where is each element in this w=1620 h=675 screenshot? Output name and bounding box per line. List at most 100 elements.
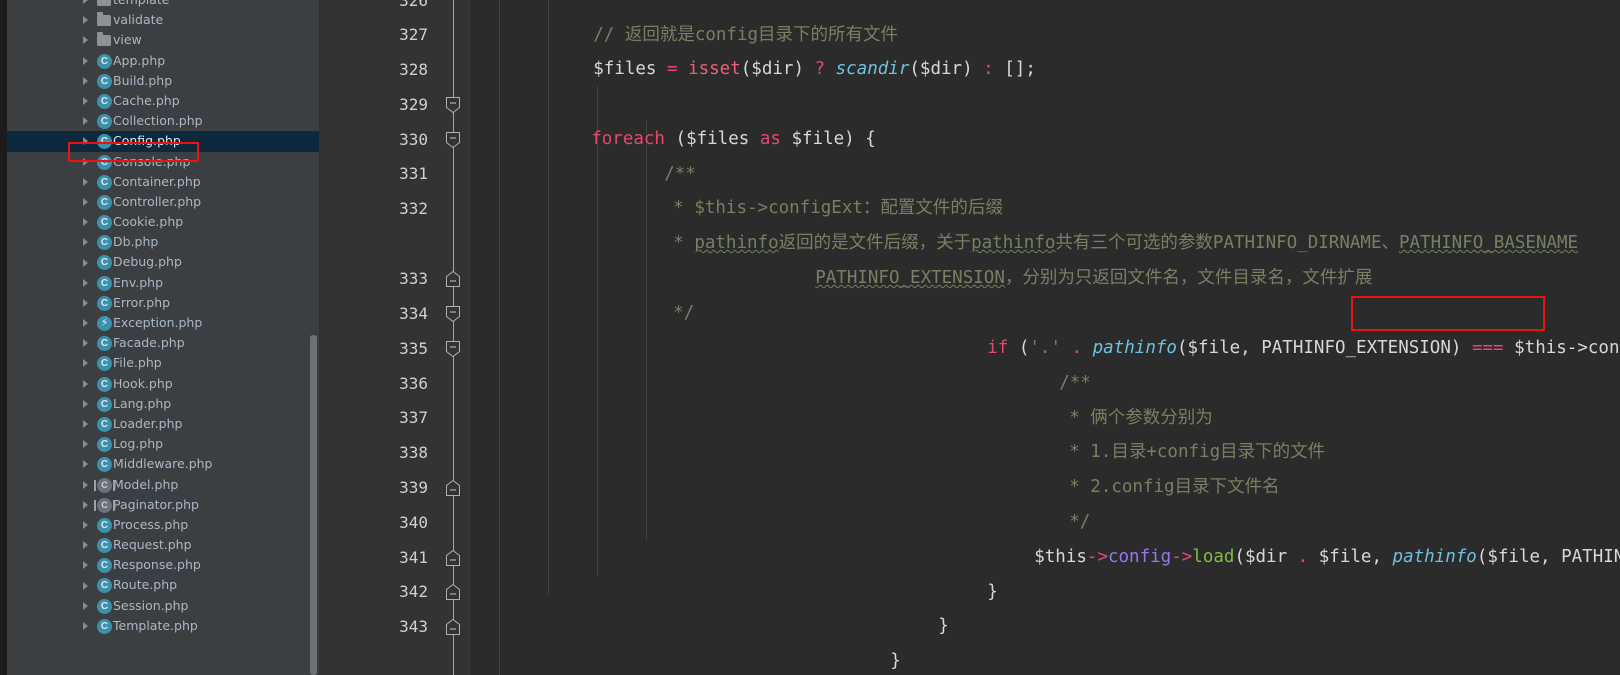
tree-item-cookie-php[interactable]: C Cookie.php bbox=[7, 212, 320, 232]
expand-arrow-icon[interactable] bbox=[83, 117, 88, 126]
tree-item-error-php[interactable]: C Error.php bbox=[7, 293, 320, 313]
tree-item-controller-php[interactable]: C Controller.php bbox=[7, 192, 320, 212]
expand-arrow-icon[interactable] bbox=[83, 520, 88, 529]
tree-item-debug-php[interactable]: C Debug.php bbox=[7, 252, 320, 272]
tree-item-lang-php[interactable]: C Lang.php bbox=[7, 394, 320, 414]
project-file-tree[interactable]: templatevalidateviewCApp.phpCBuild.phpCC… bbox=[7, 0, 320, 675]
expand-arrow-icon[interactable] bbox=[83, 137, 88, 146]
php-abstract-class-icon: C bbox=[94, 477, 115, 493]
expand-arrow-icon[interactable] bbox=[83, 581, 88, 590]
expand-arrow-icon[interactable] bbox=[83, 339, 88, 348]
expand-arrow-icon[interactable] bbox=[83, 36, 88, 45]
fold-marker-collapse-end[interactable] bbox=[446, 619, 460, 635]
tree-item-view[interactable]: view bbox=[7, 30, 320, 50]
fold-marker-collapse-end[interactable] bbox=[446, 271, 460, 287]
code-line-340[interactable]: $this->config->load($dir . $file, pathin… bbox=[971, 505, 1620, 610]
expand-arrow-icon[interactable] bbox=[83, 420, 88, 429]
expand-arrow-icon[interactable] bbox=[83, 460, 88, 469]
tree-item-session-php[interactable]: C Session.php bbox=[7, 596, 320, 616]
folder-icon bbox=[97, 32, 112, 48]
tree-item-cache-php[interactable]: C Cache.php bbox=[7, 91, 320, 111]
expand-arrow-icon[interactable] bbox=[83, 359, 88, 368]
tree-item-route-php[interactable]: C Route.php bbox=[7, 575, 320, 595]
expand-arrow-icon[interactable] bbox=[83, 541, 88, 550]
expand-arrow-icon[interactable] bbox=[83, 177, 88, 186]
php-class-icon: C bbox=[97, 93, 112, 109]
sidebar-scrollbar[interactable] bbox=[310, 335, 317, 675]
tree-item-template[interactable]: template bbox=[7, 0, 320, 10]
tree-item-app-php[interactable]: C App.php bbox=[7, 51, 320, 71]
tree-item-model-php[interactable]: C Model.php bbox=[7, 475, 320, 495]
code-editor[interactable]: 326 327 328 329 330 331 332 333 334 335 … bbox=[320, 0, 1620, 675]
expand-arrow-icon[interactable] bbox=[83, 480, 88, 489]
tree-item-template-php[interactable]: C Template.php bbox=[7, 616, 320, 636]
tree-item-loader-php[interactable]: C Loader.php bbox=[7, 414, 320, 434]
expand-arrow-icon[interactable] bbox=[83, 278, 88, 287]
tree-item-env-php[interactable]: C Env.php bbox=[7, 273, 320, 293]
expand-arrow-icon[interactable] bbox=[83, 298, 88, 307]
ternary-token: ? bbox=[814, 59, 826, 79]
php-class-icon: C bbox=[97, 194, 112, 210]
folder-icon bbox=[97, 0, 112, 8]
tree-item-label: Middleware.php bbox=[113, 456, 213, 472]
fold-marker-collapse[interactable] bbox=[446, 97, 460, 113]
line-number: 334 bbox=[399, 304, 428, 323]
tree-item-facade-php[interactable]: C Facade.php bbox=[7, 333, 320, 353]
tree-item-container-php[interactable]: C Container.php bbox=[7, 172, 320, 192]
expand-arrow-icon[interactable] bbox=[83, 319, 88, 328]
expand-arrow-icon[interactable] bbox=[83, 379, 88, 388]
expand-arrow-icon[interactable] bbox=[83, 561, 88, 570]
tree-item-db-php[interactable]: C Db.php bbox=[7, 232, 320, 252]
line-number: 343 bbox=[399, 617, 428, 636]
php-class-icon: C bbox=[97, 457, 112, 473]
tree-item-label: Debug.php bbox=[113, 254, 182, 270]
expand-arrow-icon[interactable] bbox=[83, 258, 88, 267]
fold-marker-collapse[interactable] bbox=[446, 341, 460, 357]
tree-item-log-php[interactable]: C Log.php bbox=[7, 434, 320, 454]
tree-item-label: Loader.php bbox=[113, 415, 183, 431]
docblock-star-token: * bbox=[673, 233, 684, 253]
fold-marker-collapse-end[interactable] bbox=[446, 584, 460, 600]
php-class-icon: C bbox=[97, 517, 112, 533]
expand-arrow-icon[interactable] bbox=[83, 16, 88, 25]
tree-item-middleware-php[interactable]: C Middleware.php bbox=[7, 454, 320, 474]
expand-arrow-icon[interactable] bbox=[83, 238, 88, 247]
literal-token: []; bbox=[1004, 59, 1036, 79]
tree-item-config-php[interactable]: C Config.php bbox=[7, 131, 320, 152]
tree-item-paginator-php[interactable]: C Paginator.php bbox=[7, 495, 320, 515]
fold-marker-collapse-end[interactable] bbox=[446, 550, 460, 566]
expand-arrow-icon[interactable] bbox=[83, 601, 88, 610]
expand-arrow-icon[interactable] bbox=[83, 157, 88, 166]
expand-arrow-icon[interactable] bbox=[83, 197, 88, 206]
tree-item-build-php[interactable]: C Build.php bbox=[7, 71, 320, 91]
tree-item-validate[interactable]: validate bbox=[7, 10, 320, 30]
expand-arrow-icon[interactable] bbox=[83, 218, 88, 227]
tree-item-collection-php[interactable]: C Collection.php bbox=[7, 111, 320, 131]
php-class-icon: C bbox=[97, 235, 112, 251]
expand-arrow-icon[interactable] bbox=[83, 621, 88, 630]
expand-arrow-icon[interactable] bbox=[83, 440, 88, 449]
tree-item-request-php[interactable]: C Request.php bbox=[7, 535, 320, 555]
tree-item-file-php[interactable]: C File.php bbox=[7, 353, 320, 373]
fold-marker-collapse[interactable] bbox=[446, 306, 460, 322]
fold-marker-collapse[interactable] bbox=[446, 132, 460, 148]
php-class-icon: C bbox=[97, 396, 112, 412]
code-line-343[interactable]: } bbox=[827, 609, 901, 675]
tree-item-label: Lang.php bbox=[113, 395, 172, 411]
expand-arrow-icon[interactable] bbox=[83, 97, 88, 106]
php-class-icon: C bbox=[97, 73, 112, 89]
fold-marker-collapse-end[interactable] bbox=[446, 480, 460, 496]
tree-item-label: Log.php bbox=[113, 436, 164, 452]
tree-item-hook-php[interactable]: C Hook.php bbox=[7, 374, 320, 394]
code-line-333[interactable]: */ bbox=[610, 261, 694, 366]
tree-item-exception-php[interactable]: ⚡ Exception.php bbox=[7, 313, 320, 333]
php-abstract-class-icon: C bbox=[94, 497, 115, 513]
expand-arrow-icon[interactable] bbox=[83, 0, 88, 5]
expand-arrow-icon[interactable] bbox=[83, 399, 88, 408]
expand-arrow-icon[interactable] bbox=[83, 76, 88, 85]
tree-item-response-php[interactable]: C Response.php bbox=[7, 555, 320, 575]
tree-item-process-php[interactable]: C Process.php bbox=[7, 515, 320, 535]
expand-arrow-icon[interactable] bbox=[83, 56, 88, 65]
tree-item-console-php[interactable]: C Console.php bbox=[7, 152, 320, 172]
expand-arrow-icon[interactable] bbox=[83, 500, 88, 509]
